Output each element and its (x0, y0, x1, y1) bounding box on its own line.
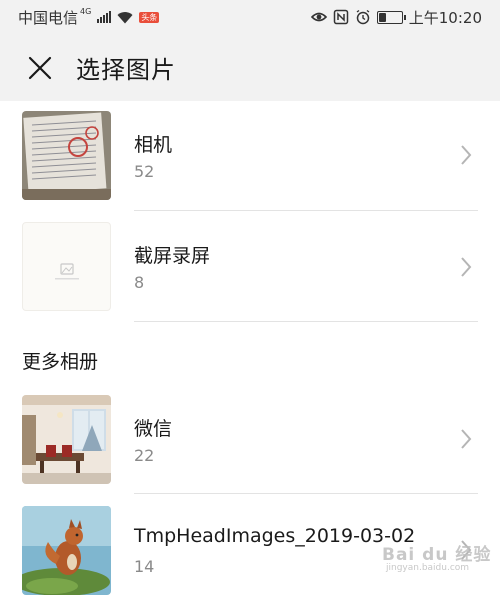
album-item-screenshots[interactable]: 截屏录屏 8 (0, 222, 500, 333)
app-badge: 头条 (139, 11, 160, 23)
album-count: 8 (134, 273, 145, 292)
battery-icon (376, 10, 406, 24)
album-name: TmpHeadImages_2019-03-02 (134, 525, 416, 547)
album-name: 截屏录屏 (134, 245, 211, 267)
album-item-wechat[interactable]: 微信 22 (0, 395, 500, 506)
close-button[interactable] (0, 34, 80, 101)
album-thumbnail (22, 111, 111, 200)
section-title: 更多相册 (22, 351, 99, 373)
baidu-watermark: Bai du 经验 jingyan.baidu.com (382, 540, 491, 573)
page-header: 选择图片 (0, 34, 500, 101)
divider (134, 210, 478, 211)
status-time: 上午10:20 (408, 8, 482, 27)
status-right: 上午10:20 (310, 7, 482, 28)
signal-icon (97, 11, 112, 23)
network-type: 4G (80, 6, 92, 16)
album-item-camera[interactable]: 相机 52 (0, 111, 500, 222)
album-count: 14 (134, 557, 155, 576)
chevron-right-icon (461, 145, 472, 165)
divider (134, 493, 478, 494)
watermark-main: Bai du 经验 (382, 545, 492, 565)
alarm-icon (356, 9, 370, 25)
battery-level (378, 12, 387, 22)
album-count: 52 (134, 162, 155, 181)
wifi-icon (117, 11, 133, 23)
chevron-right-icon (461, 429, 472, 449)
album-thumbnail (22, 395, 111, 484)
chevron-right-icon (461, 257, 472, 277)
eye-icon (310, 12, 327, 22)
close-icon (28, 56, 52, 79)
page-title: 选择图片 (76, 56, 176, 84)
album-name: 微信 (134, 418, 173, 440)
squirrel-photo-thumbnail (22, 506, 111, 595)
status-bar: 中国电信 4G 头条 上午10:20 (0, 0, 500, 34)
document-photo-thumbnail (22, 111, 111, 200)
image-placeholder-icon (55, 263, 79, 280)
room-photo-thumbnail (22, 395, 111, 484)
album-count: 22 (134, 446, 155, 465)
carrier-label: 中国电信 (18, 8, 79, 27)
album-thumbnail (22, 222, 111, 311)
status-left: 中国电信 4G 头条 (18, 6, 160, 28)
album-thumbnail (22, 506, 111, 595)
divider (134, 321, 478, 322)
nfc-icon (333, 9, 349, 25)
album-name: 相机 (134, 134, 173, 156)
